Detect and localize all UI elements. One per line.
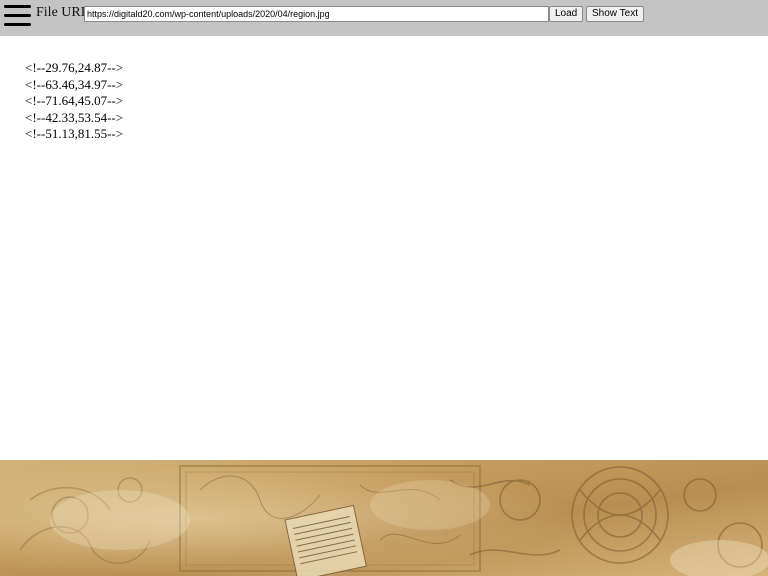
show-text-button[interactable]: Show Text — [586, 6, 644, 22]
text-line: <!--63.46,34.97--> — [25, 76, 124, 92]
text-line: <!--42.33,53.54--> — [25, 109, 124, 125]
text-content: <!--29.76,24.87--> <!--63.46,34.97--> <!… — [25, 60, 123, 143]
text-line: <!--71.64,45.07--> — [25, 93, 124, 108]
file-url-input[interactable] — [84, 6, 549, 22]
load-button[interactable]: Load — [549, 6, 583, 22]
decorative-banner-image — [0, 460, 768, 576]
hamburger-menu-icon[interactable] — [4, 4, 31, 26]
text-line: <!--29.76,24.87--> — [25, 60, 124, 75]
text-line: <!--51.13,81.55--> — [25, 126, 124, 141]
toolbar: File URL: Load Show Text — [0, 0, 768, 36]
